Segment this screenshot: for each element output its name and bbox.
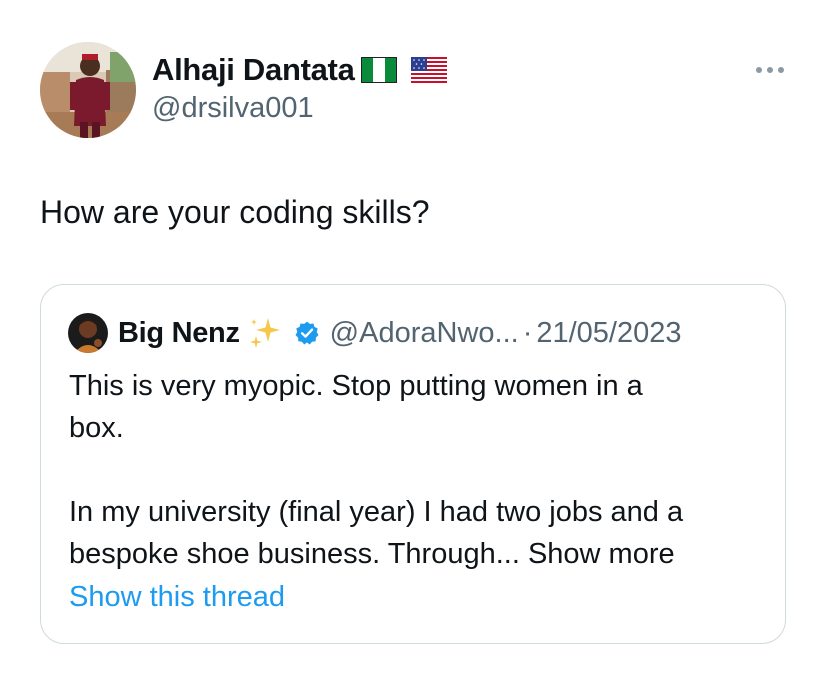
- author-name-row[interactable]: Alhaji Dantata: [152, 52, 447, 88]
- author-display-name[interactable]: Alhaji Dantata: [152, 52, 355, 88]
- quoted-text-line: This is very myopic. Stop putting women …: [69, 370, 643, 402]
- quoted-text-line: In my university (final year) I had two …: [69, 496, 684, 528]
- sparkles-icon: [248, 316, 282, 350]
- quoted-text-line: bespoke shoe business. Through... Show m…: [69, 533, 769, 575]
- quoted-author-avatar[interactable]: [68, 313, 108, 353]
- more-horizontal-icon: [755, 66, 785, 74]
- separator-dot: ·: [522, 316, 533, 349]
- verified-badge-icon: [294, 320, 320, 346]
- quoted-tweet-date[interactable]: 21/05/2023: [536, 317, 681, 350]
- quoted-tweet-header: Big Nenz @AdoraNwo... · 21/05/2023: [68, 313, 682, 353]
- quoted-tweet-card[interactable]: Big Nenz @AdoraNwo... · 21/05/2023 This …: [40, 284, 786, 644]
- show-more-link[interactable]: Show more: [528, 538, 675, 570]
- tweet: Alhaji Dantata @drsilva001 How are your …: [0, 0, 828, 685]
- quoted-author-handle[interactable]: @AdoraNwo...: [330, 317, 519, 350]
- author-handle[interactable]: @drsilva001: [152, 92, 314, 125]
- tweet-text: How are your coding skills?: [40, 194, 430, 230]
- quoted-text-line: box.: [69, 412, 124, 444]
- us-flag-icon: [410, 57, 447, 83]
- author-avatar[interactable]: [40, 42, 136, 138]
- more-options-button[interactable]: [752, 56, 788, 84]
- quoted-text-fragment: bespoke shoe business. Through...: [69, 538, 528, 570]
- quoted-tweet-text: This is very myopic. Stop putting women …: [69, 365, 769, 575]
- nigeria-flag-icon: [360, 57, 397, 83]
- show-thread-link[interactable]: Show this thread: [69, 581, 285, 614]
- quoted-author-display-name[interactable]: Big Nenz: [118, 317, 240, 350]
